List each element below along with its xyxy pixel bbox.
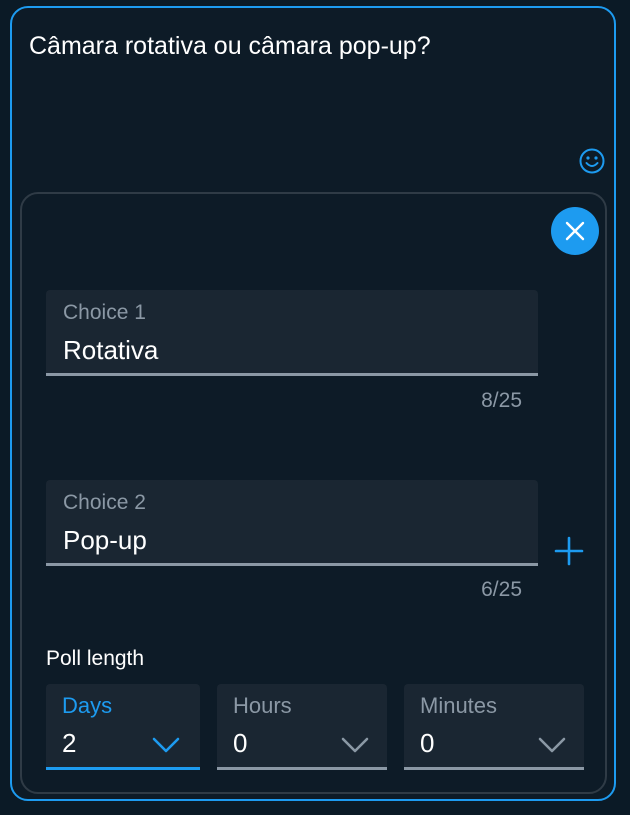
- poll-days-value: 2: [62, 728, 77, 758]
- chevron-down-icon: [538, 737, 566, 753]
- chevron-down-icon: [341, 737, 369, 753]
- poll-hours-value: 0: [233, 728, 248, 758]
- poll-choice-2-counter: 6/25: [481, 578, 522, 601]
- poll-card: Choice 1 Rotativa 8/25 Choice 2 Pop-up 6…: [20, 192, 607, 794]
- poll-minutes-select[interactable]: Minutes 0: [404, 684, 584, 770]
- poll-length-label: Poll length: [46, 647, 145, 670]
- poll-minutes-value: 0: [420, 728, 435, 758]
- poll-choice-1-value[interactable]: Rotativa: [63, 334, 158, 366]
- poll-hours-label: Hours: [233, 693, 292, 718]
- smiley-face-icon[interactable]: [578, 147, 606, 175]
- remove-poll-button[interactable]: [551, 207, 599, 255]
- chevron-down-icon: [152, 737, 180, 753]
- add-choice-button[interactable]: [552, 534, 586, 568]
- poll-choice-1-label: Choice 1: [63, 301, 146, 324]
- poll-minutes-label: Minutes: [420, 693, 498, 718]
- close-x-icon: [565, 221, 585, 241]
- tweet-text-input[interactable]: Câmara rotativa ou câmara pop-up?: [29, 30, 431, 62]
- poll-days-label: Days: [62, 693, 113, 718]
- poll-choice-2-label: Choice 2: [63, 491, 146, 514]
- poll-choice-1-counter: 8/25: [481, 389, 522, 412]
- plus-icon: [554, 536, 584, 566]
- tweet-composer: Câmara rotativa ou câmara pop-up? Choice…: [10, 6, 616, 801]
- poll-choice-1-field[interactable]: Choice 1 Rotativa: [46, 290, 538, 376]
- poll-choice-2-value[interactable]: Pop-up: [63, 524, 147, 556]
- poll-days-select[interactable]: Days 2: [46, 684, 200, 770]
- poll-hours-select[interactable]: Hours 0: [217, 684, 387, 770]
- poll-choice-2-field[interactable]: Choice 2 Pop-up: [46, 480, 538, 566]
